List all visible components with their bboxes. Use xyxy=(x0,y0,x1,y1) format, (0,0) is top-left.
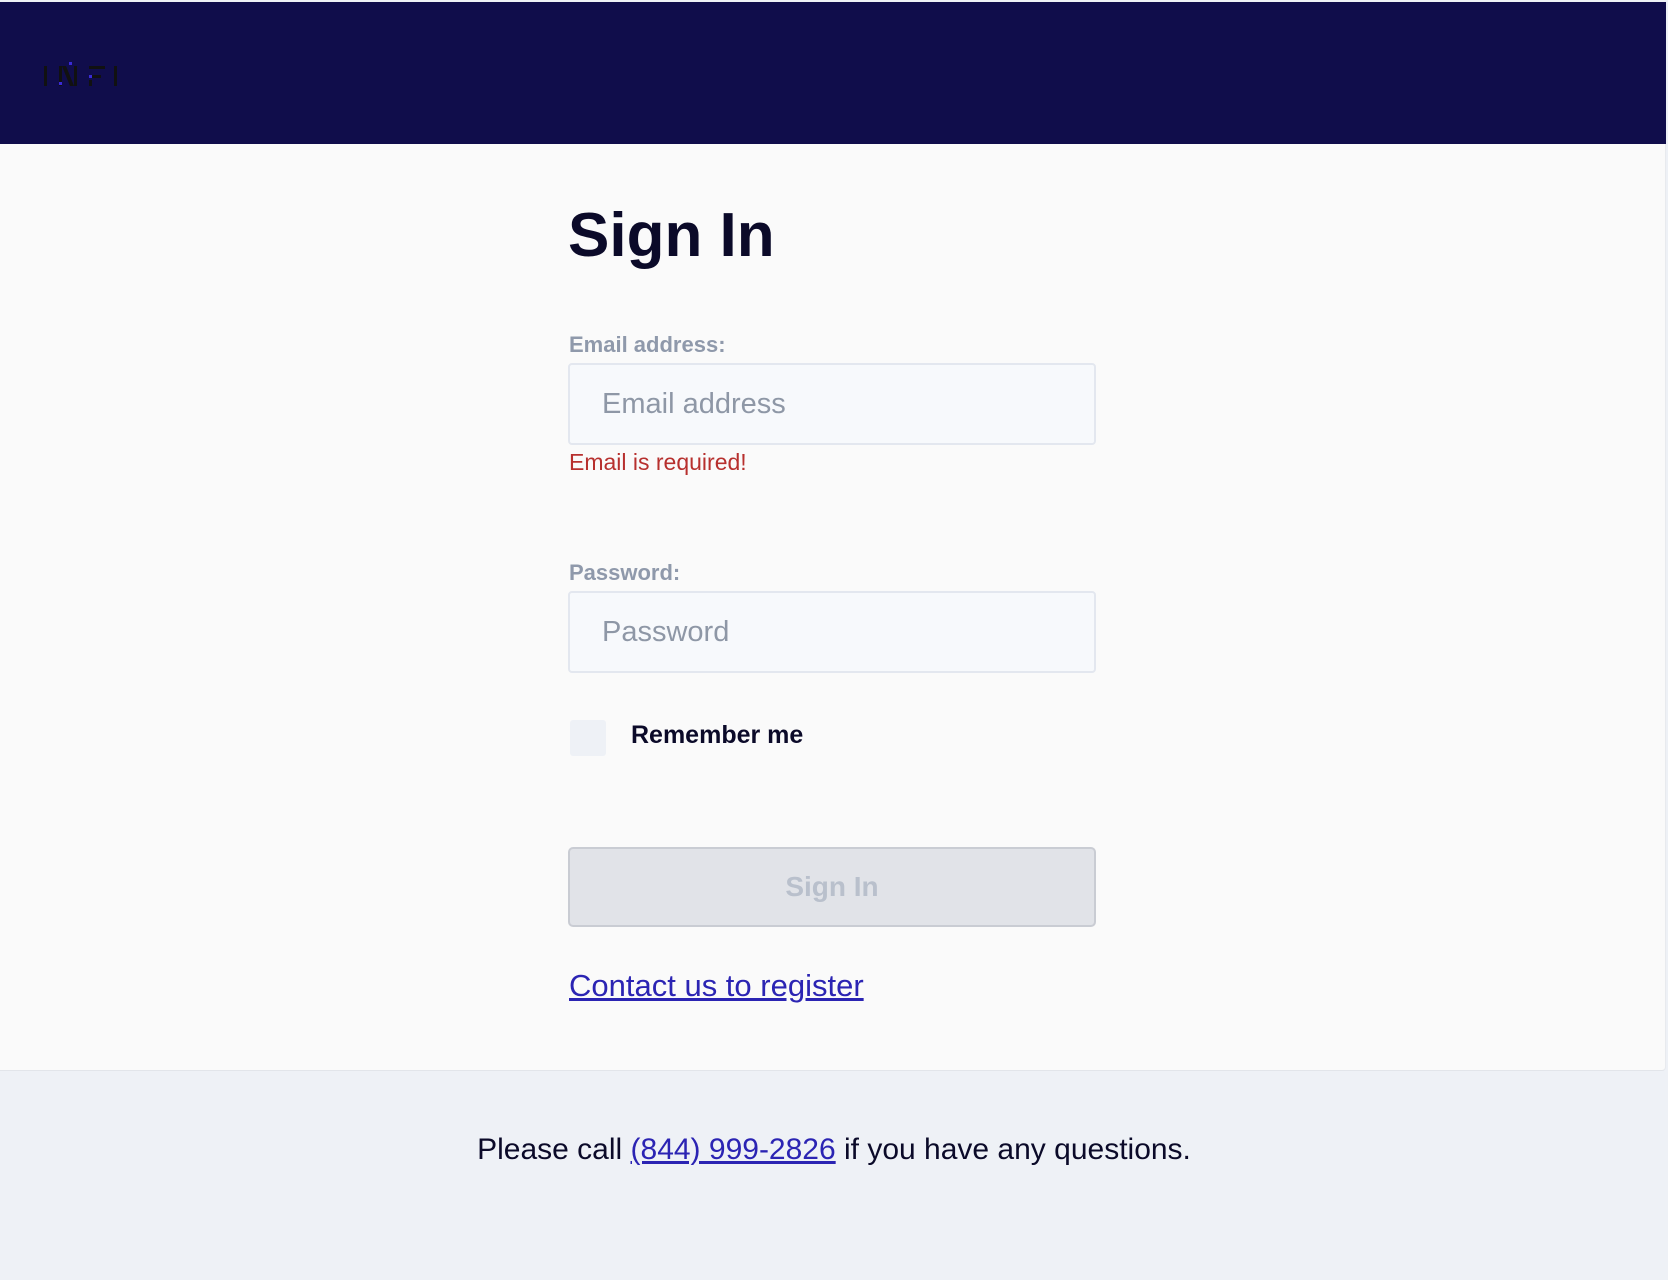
infi-logo[interactable] xyxy=(44,60,122,88)
footer-suffix: if you have any questions. xyxy=(835,1133,1191,1166)
remember-me-label[interactable]: Remember me xyxy=(631,721,803,750)
email-label: Email address: xyxy=(569,332,726,357)
password-input[interactable] xyxy=(568,591,1096,673)
email-input[interactable] xyxy=(568,363,1096,445)
password-label: Password: xyxy=(569,560,681,585)
footer-prefix: Please call xyxy=(477,1133,631,1166)
email-error-message: Email is required! xyxy=(569,449,747,475)
top-header xyxy=(0,2,1666,144)
sign-in-button[interactable]: Sign In xyxy=(568,847,1096,927)
footer-help-text: Please call (844) 999-2826 if you have a… xyxy=(0,1133,1668,1167)
contact-register-link[interactable]: Contact us to register xyxy=(569,968,864,1004)
phone-link[interactable]: (844) 999-2826 xyxy=(631,1133,836,1166)
remember-me-checkbox[interactable] xyxy=(570,720,606,756)
page-title: Sign In xyxy=(568,201,775,270)
